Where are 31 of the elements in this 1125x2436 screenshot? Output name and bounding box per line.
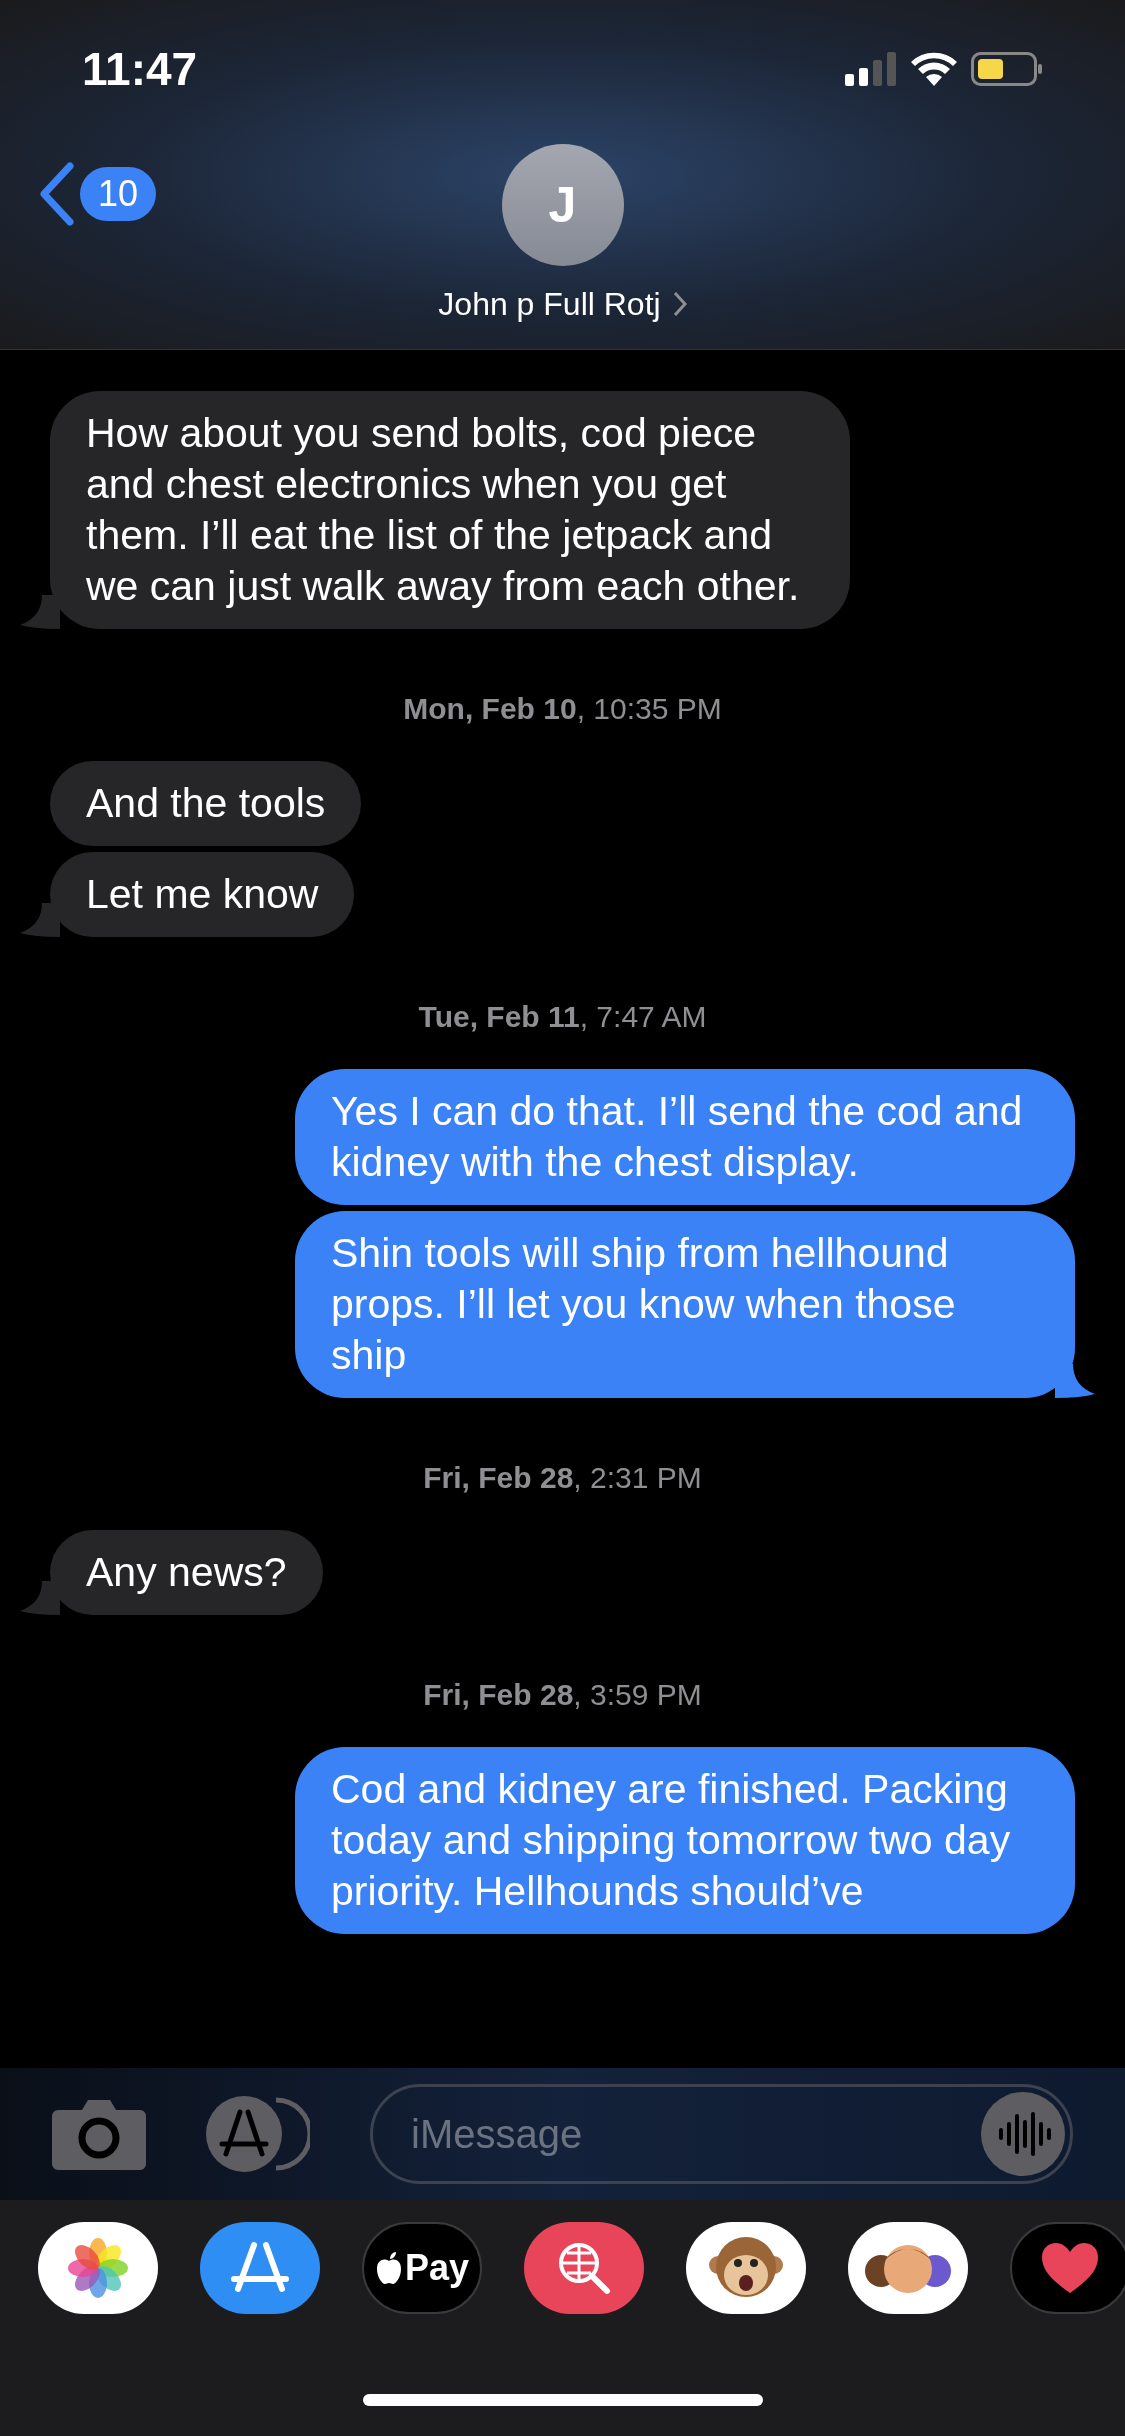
sent-message-bubble: Shin tools will ship from hellhound props. I’ll let you know when those ship <box>295 1211 1075 1398</box>
received-message-bubble: Any news? <box>50 1530 323 1615</box>
camera-icon[interactable] <box>52 2098 146 2170</box>
app-store-icon <box>230 2241 290 2295</box>
apple-pay-button[interactable]: Pay <box>362 2222 482 2314</box>
battery-icon <box>971 52 1043 86</box>
contact-name[interactable]: John p Full Rotj <box>438 280 661 328</box>
sent-message-bubble: Yes I can do that. I’ll send the cod and kidney with the chest display. <box>295 1069 1075 1205</box>
unread-count-badge: 10 <box>80 167 157 221</box>
status-time: 11:47 <box>82 41 198 97</box>
pay-label: Pay <box>404 2246 470 2290</box>
back-chevron-icon <box>38 162 76 226</box>
received-message-bubble: And the tools <box>50 761 362 846</box>
timestamp: Fri, Feb 28, 3:59 PM <box>423 1677 702 1713</box>
timestamp: Fri, Feb 28, 2:31 PM <box>423 1460 702 1496</box>
audio-waveform-icon[interactable] <box>981 2092 1065 2176</box>
sent-message-bubble: Cod and kidney are finished. Packing today and shipping tomorrow two day priority. Hellhounds should’ve <box>295 1747 1075 1934</box>
timestamp: Tue, Feb 11, 7:47 AM <box>418 999 707 1035</box>
received-message-bubble: Let me know <box>50 852 355 937</box>
heart-icon <box>1040 2241 1100 2295</box>
heart-app-button[interactable] <box>1010 2222 1125 2314</box>
wifi-icon <box>911 52 957 86</box>
received-message-bubble: How about you send bolts, cod piece and chest electronics when you get them. I’ll eat the list of the jetpack and we can just walk away from each other. <box>50 391 850 629</box>
chevron-right-icon <box>672 291 687 317</box>
timestamp: Mon, Feb 10, 10:35 PM <box>403 691 722 727</box>
back-button[interactable]: 10 <box>38 162 157 226</box>
flower-icon <box>67 2237 129 2299</box>
apple-logo-icon <box>374 2251 403 2285</box>
app-store-icon[interactable] <box>206 2096 310 2172</box>
signal-icon <box>845 52 897 86</box>
message-input-field[interactable]: iMessage <box>370 2084 1073 2184</box>
